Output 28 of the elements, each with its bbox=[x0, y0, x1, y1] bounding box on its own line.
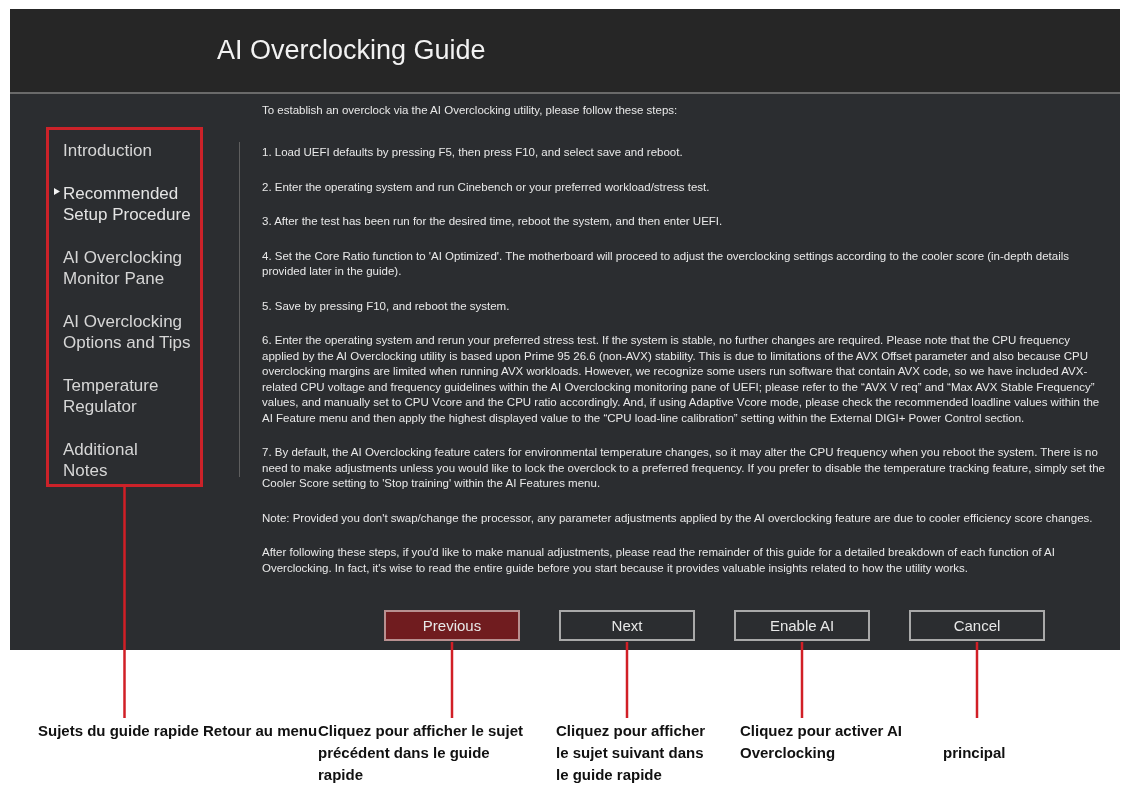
callout-label: Cliquez pour afficher le sujet précédent dans le guide rapide bbox=[318, 721, 525, 785]
callout-label: principal bbox=[943, 743, 1007, 763]
sidebar-item[interactable]: Introduction bbox=[53, 139, 196, 161]
callout-label: Sujets du guide rapide bbox=[38, 721, 200, 741]
sidebar-item[interactable]: Temperature Regulator bbox=[53, 374, 196, 417]
step-text: 2. Enter the operating system and run Cinebench or your preferred workload/stress test. bbox=[262, 179, 711, 195]
step-text: 5. Save by pressing F10, and reboot the system. bbox=[262, 298, 511, 314]
step-text: 6. Enter the operating system and rerun your preferred stress test. If the system is stable, no further changes are required. Please note that the CPU frequency applied by the AI Overclocking utility is based upon Prime 95 26.6 (non-AVX) stability. This is due to limitations of the AVX Offset parameter and also because CPU overclocking margins are limited when running AVX workloads. However, we recognize some users run software that contain AVX code, so we have included AVX-related CPU voltage and frequency guidelines within the AI Overclocking monitoring pane of UEFI; please refer to the “AVX V req” and “Max AVX Stable Frequency” values, and manually set to CPU Vcore and the CPU ratio accordingly. And, if using Adaptive Vcore mode, please check the recommended loadline values within the AI Feature menu and then apply the highest displayed value to the “CPU load-line calibration” setting within the External DIGI+ Power Control section. bbox=[262, 333, 1101, 426]
note-text: Note: Provided you don't swap/change the processor, any parameter adjustments applied by the AI overclocking feature are due to cooler efficiency score changes. bbox=[262, 510, 1094, 526]
callout-label: Cliquez pour activer AI Overclocking bbox=[740, 721, 903, 763]
sidebar-item[interactable]: AI Overclocking Options and Tips bbox=[53, 310, 196, 353]
step-text: 3. After the test has been run for the desired time, reboot the system, and then enter UEFI. bbox=[262, 214, 724, 229]
cancel-button[interactable]: Cancel bbox=[909, 610, 1045, 641]
previous-button[interactable]: Previous bbox=[384, 610, 520, 641]
closing-text: After following these steps, if you'd like to make manual adjustments, please read the remainder of this guide for a detailed breakdown of each function of AI Overclocking. In fact, it's wise to read the entire guide before you start because it provides valuable insights related to how the utility works. bbox=[262, 545, 1056, 576]
step-text: 4. Set the Core Ratio function to 'AI Optimized'. The motherboard will proceed to adjust the overclocking settings according to the cooler score (in-depth details provided later in the guide). bbox=[262, 248, 1071, 279]
sidebar-item[interactable]: Recommended Setup Procedure bbox=[53, 182, 196, 225]
sidebar-item[interactable]: AI Overclocking Monitor Pane bbox=[53, 246, 196, 289]
callout-label: Retour au menu bbox=[203, 721, 318, 741]
step-text: 7. By default, the AI Overclocking feature caters for environmental temperature changes, so it may alter the CPU frequency when you reboot the system. There is no need to make adjustments unless you would like to lock the overclock to a preferred frequency. If you prefer to disable the temperature tracking feature, simply set the Cooler Score setting to 'Stop training' within the AI Features menu. bbox=[262, 445, 1105, 491]
sidebar-item[interactable]: Additional Notes bbox=[53, 438, 196, 481]
next-button[interactable]: Next bbox=[559, 610, 695, 641]
enable-ai-button[interactable]: Enable AI bbox=[734, 610, 870, 641]
callout-label: Cliquez pour afficher le sujet suivant dans le guide rapide bbox=[556, 721, 707, 785]
window-title: AI Overclocking Guide bbox=[217, 35, 486, 66]
intro-text: To establish an overclock via the AI Overclocking utility, please follow these steps: bbox=[262, 103, 679, 118]
triangle-marker-icon bbox=[54, 187, 60, 195]
step-text: 1. Load UEFI defaults by pressing F5, then press F10, and select save and reboot. bbox=[262, 145, 684, 160]
